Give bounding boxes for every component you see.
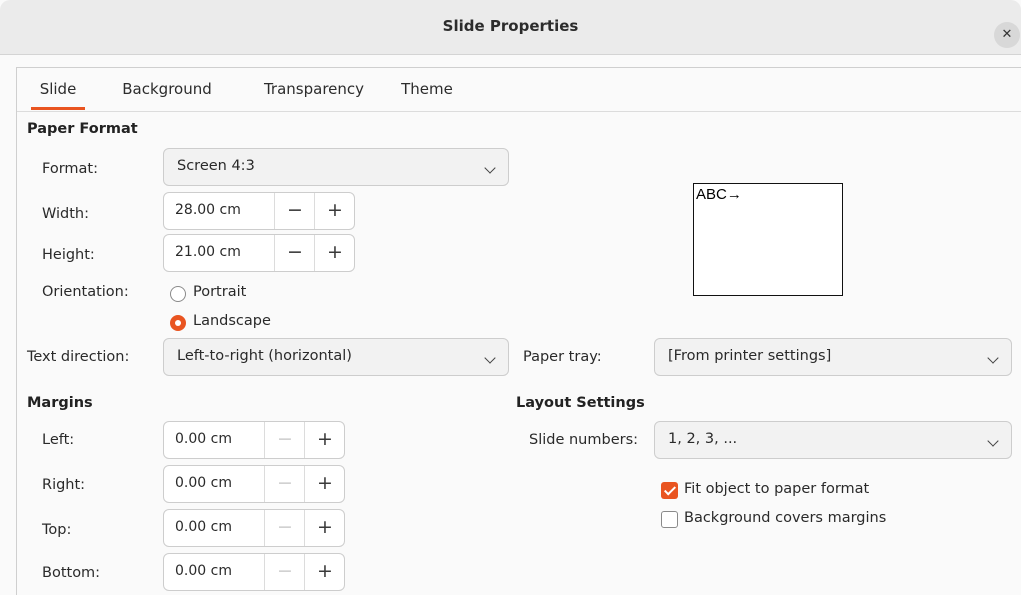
margin-left-value: 0.00 cm (175, 431, 232, 447)
margin-bottom-value: 0.00 cm (175, 563, 232, 579)
title-bar: Slide Properties ✕ (0, 0, 1021, 55)
margin-right-value: 0.00 cm (175, 475, 232, 491)
margin-left-label: Left: (42, 432, 75, 448)
margin-top-decrement-button[interactable]: − (264, 510, 305, 546)
orientation-label: Orientation: (42, 284, 129, 300)
dialog-title: Slide Properties (442, 17, 579, 35)
height-spinbox[interactable]: 21.00 cm − + (163, 234, 355, 272)
height-decrement-button[interactable]: − (274, 235, 315, 271)
chevron-down-icon (987, 352, 999, 364)
background-covers-label[interactable]: Background covers margins (684, 510, 886, 526)
paper-tray-value: [From printer settings] (668, 348, 832, 364)
tab-slide[interactable]: Slide (31, 68, 85, 110)
preview-text: ABC→ (696, 186, 742, 203)
width-decrement-button[interactable]: − (274, 193, 315, 229)
fit-object-label[interactable]: Fit object to paper format (684, 481, 869, 497)
margin-top-label: Top: (42, 522, 72, 538)
format-value: Screen 4:3 (177, 158, 255, 174)
portrait-radio[interactable] (170, 286, 186, 302)
format-dropdown[interactable]: Screen 4:3 (163, 148, 509, 186)
chevron-down-icon (484, 162, 496, 174)
chevron-down-icon (987, 435, 999, 447)
margin-top-spinbox[interactable]: 0.00 cm − + (163, 509, 345, 547)
landscape-label[interactable]: Landscape (193, 313, 271, 329)
margin-bottom-increment-button[interactable]: + (304, 554, 345, 590)
margin-bottom-decrement-button[interactable]: − (264, 554, 305, 590)
width-spinbox[interactable]: 28.00 cm − + (163, 192, 355, 230)
width-increment-button[interactable]: + (314, 193, 355, 229)
margins-heading: Margins (27, 395, 93, 411)
tab-transparency[interactable]: Transparency (249, 68, 379, 110)
layout-settings-heading: Layout Settings (516, 395, 645, 411)
background-covers-checkbox[interactable] (661, 511, 678, 528)
chevron-down-icon (484, 352, 496, 364)
portrait-label[interactable]: Portrait (193, 284, 246, 300)
margin-right-decrement-button[interactable]: − (264, 466, 305, 502)
margin-bottom-label: Bottom: (42, 565, 101, 581)
height-value: 21.00 cm (175, 244, 241, 260)
width-label: Width: (42, 206, 90, 222)
text-direction-value: Left-to-right (horizontal) (177, 348, 352, 364)
tab-divider (17, 111, 1021, 112)
margin-right-label: Right: (42, 477, 86, 493)
close-icon[interactable]: ✕ (994, 22, 1020, 48)
format-label: Format: (42, 161, 98, 177)
margin-top-value: 0.00 cm (175, 519, 232, 535)
slide-numbers-dropdown[interactable]: 1, 2, 3, ... (654, 421, 1012, 459)
margin-top-increment-button[interactable]: + (304, 510, 345, 546)
page-preview: ABC→ (693, 183, 843, 296)
landscape-radio[interactable] (170, 315, 186, 331)
paper-format-heading: Paper Format (27, 121, 138, 137)
slide-numbers-label: Slide numbers: (529, 432, 639, 448)
margin-left-spinbox[interactable]: 0.00 cm − + (163, 421, 345, 459)
height-increment-button[interactable]: + (314, 235, 355, 271)
paper-tray-dropdown[interactable]: [From printer settings] (654, 338, 1012, 376)
paper-tray-label: Paper tray: (523, 349, 602, 365)
slide-properties-dialog: Slide Properties ✕ Slide Background Tran… (0, 0, 1021, 595)
margin-right-increment-button[interactable]: + (304, 466, 345, 502)
text-direction-label: Text direction: (27, 349, 130, 365)
margin-left-decrement-button[interactable]: − (264, 422, 305, 458)
slide-numbers-value: 1, 2, 3, ... (668, 431, 738, 447)
margin-left-increment-button[interactable]: + (304, 422, 345, 458)
text-direction-dropdown[interactable]: Left-to-right (horizontal) (163, 338, 509, 376)
fit-object-checkbox[interactable] (661, 482, 678, 499)
width-value: 28.00 cm (175, 202, 241, 218)
margin-right-spinbox[interactable]: 0.00 cm − + (163, 465, 345, 503)
tab-background[interactable]: Background (107, 68, 227, 110)
height-label: Height: (42, 247, 95, 263)
tab-panel: Slide Background Transparency Theme Pape… (16, 67, 1021, 595)
margin-bottom-spinbox[interactable]: 0.00 cm − + (163, 553, 345, 591)
tab-theme[interactable]: Theme (397, 68, 457, 110)
